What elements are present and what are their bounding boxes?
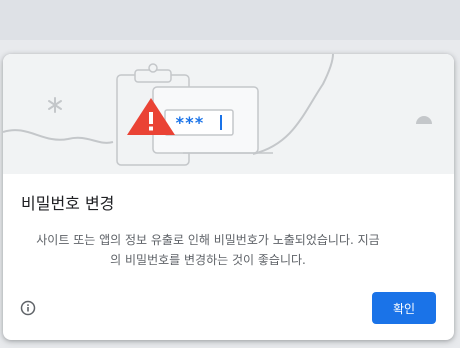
dialog-message-line-2: 의 비밀번호를 변경하는 것이 좋습니다. (110, 253, 306, 267)
dialog-title: 비밀번호 변경 (21, 194, 115, 213)
decor-line-left (3, 129, 114, 144)
dialog-message-line-1: 사이트 또는 앱의 정보 유출로 인해 비밀번호가 노출되었습니다. 지금 (36, 233, 380, 247)
change-password-dialog: *** 비밀번호 변경 사이트 또는 앱의 정보 유출로 인해 비밀번호가 노출… (3, 54, 454, 340)
password-mask: *** (175, 113, 204, 132)
info-circle-icon[interactable] (18, 298, 38, 318)
dialog-message: 사이트 또는 앱의 정보 유출로 인해 비밀번호가 노출되었습니다. 지금 의 … (21, 230, 395, 270)
dialog-illustration: *** (3, 54, 454, 174)
ok-button[interactable]: 확인 (372, 292, 436, 324)
decor-dot (416, 116, 432, 124)
browser-top-bar (0, 0, 460, 40)
text-cursor (220, 115, 222, 130)
decor-line-right (252, 54, 334, 155)
asterisk-decor-icon (48, 97, 62, 113)
